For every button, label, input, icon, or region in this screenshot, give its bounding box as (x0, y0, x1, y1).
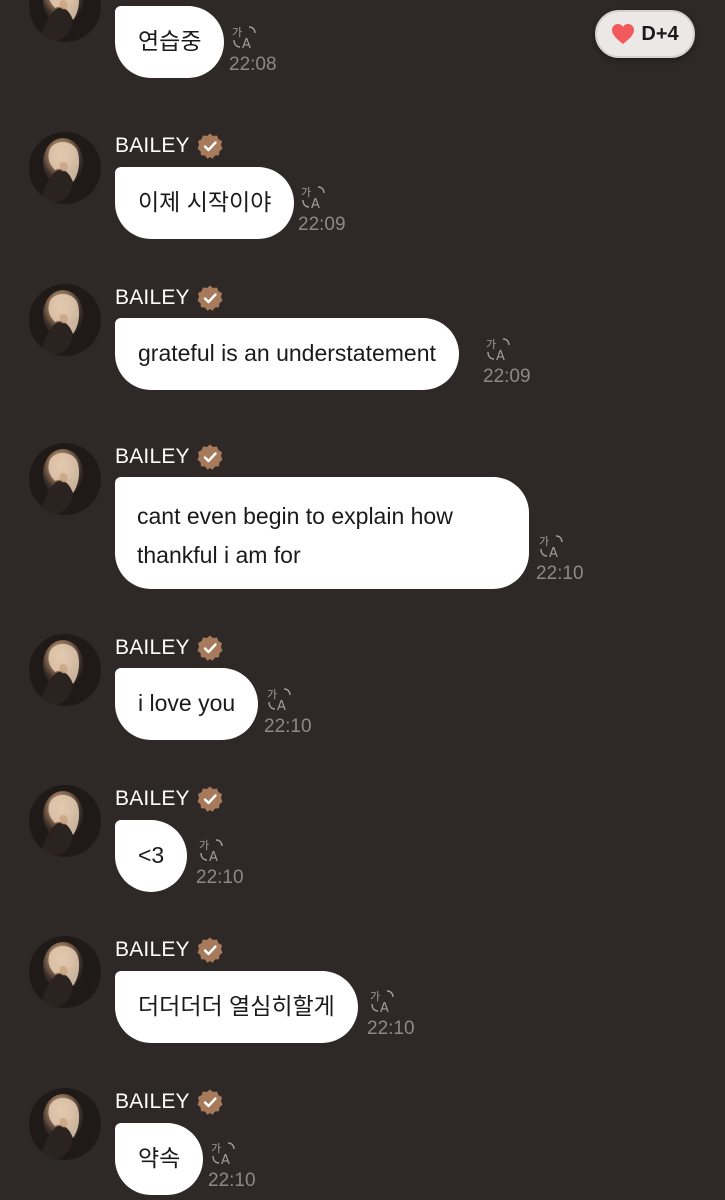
message-text: 약속 (138, 1145, 181, 1171)
artist-avatar[interactable] (29, 0, 101, 42)
message-bubble[interactable]: 약속 (115, 1123, 204, 1195)
message-text: <3 (138, 842, 165, 868)
message-meta: 22:10 (208, 1140, 256, 1192)
verified-badge-icon (196, 443, 224, 471)
sender-name: BAILEY (115, 445, 190, 468)
artist-avatar[interactable] (29, 132, 101, 204)
sender-name: BAILEY (115, 636, 190, 659)
message-text: grateful is an understatement (138, 340, 436, 366)
message-text: i love you (138, 690, 236, 716)
message-bubble[interactable]: <3 (115, 820, 188, 892)
message-bubble[interactable]: grateful is an understatement (115, 318, 459, 390)
sender-row: BAILEY (115, 785, 224, 813)
message-meta: 22:08 (229, 24, 277, 76)
translate-icon[interactable] (231, 24, 257, 50)
message-bubble[interactable]: cant even begin to explain how thankful … (115, 477, 529, 589)
message-time: 22:09 (298, 214, 346, 235)
message-bubble[interactable]: 더더더더 열심히할게 (115, 971, 358, 1043)
sender-row: BAILEY (115, 443, 224, 471)
message-meta: 22:10 (264, 686, 312, 738)
message-time: 22:10 (264, 716, 312, 737)
message-meta: 22:10 (536, 533, 584, 585)
heart-icon (612, 24, 635, 44)
translate-icon[interactable] (485, 336, 511, 362)
message-meta: 22:10 (196, 837, 244, 889)
verified-badge-icon (196, 936, 224, 964)
sender-name: BAILEY (115, 134, 190, 157)
sender-row: BAILEY (115, 936, 224, 964)
message-bubble[interactable]: i love you (115, 668, 259, 740)
sender-name: BAILEY (115, 938, 190, 961)
message-bubble[interactable]: 이제 시작이야 (115, 167, 295, 239)
sender-name: BAILEY (115, 1090, 190, 1113)
sender-row: BAILEY (115, 1088, 224, 1116)
artist-avatar[interactable] (29, 284, 101, 356)
sender-row: BAILEY (115, 634, 224, 662)
translate-icon[interactable] (198, 837, 224, 863)
message-bubble[interactable]: 연습중 (115, 6, 225, 78)
translate-icon[interactable] (210, 1140, 236, 1166)
translate-icon[interactable] (266, 686, 292, 712)
message-time: 22:10 (367, 1018, 415, 1039)
dday-label: D+4 (641, 22, 679, 45)
verified-badge-icon (196, 284, 224, 312)
message-meta: 22:10 (367, 988, 415, 1040)
sender-name: BAILEY (115, 286, 190, 309)
message-time: 22:10 (208, 1170, 256, 1191)
artist-avatar[interactable] (29, 634, 101, 706)
message-time: 22:10 (196, 867, 244, 888)
chat-thread: D+4 연습중 22:08 BAILEY 이제 시작이야 22:09 BAILE… (0, 0, 725, 1200)
message-meta: 22:09 (483, 336, 531, 388)
verified-badge-icon (196, 785, 224, 813)
verified-badge-icon (196, 1088, 224, 1116)
sender-row: BAILEY (115, 284, 224, 312)
sender-name: BAILEY (115, 787, 190, 810)
message-time: 22:08 (229, 54, 277, 75)
message-text: 더더더더 열심히할게 (138, 993, 335, 1019)
verified-badge-icon (196, 634, 224, 662)
artist-avatar[interactable] (29, 936, 101, 1008)
translate-icon[interactable] (369, 988, 395, 1014)
message-meta: 22:09 (298, 184, 346, 236)
artist-avatar[interactable] (29, 1088, 101, 1160)
translate-icon[interactable] (538, 533, 564, 559)
artist-avatar[interactable] (29, 785, 101, 857)
message-time: 22:10 (536, 563, 584, 584)
message-time: 22:09 (483, 366, 531, 387)
verified-badge-icon (196, 132, 224, 160)
dday-badge[interactable]: D+4 (595, 10, 695, 58)
message-text: 이제 시작이야 (138, 189, 272, 215)
message-text: 연습중 (138, 28, 202, 54)
translate-icon[interactable] (300, 184, 326, 210)
artist-avatar[interactable] (29, 443, 101, 515)
sender-row: BAILEY (115, 132, 224, 160)
message-text: cant even begin to explain how thankful … (137, 503, 453, 568)
